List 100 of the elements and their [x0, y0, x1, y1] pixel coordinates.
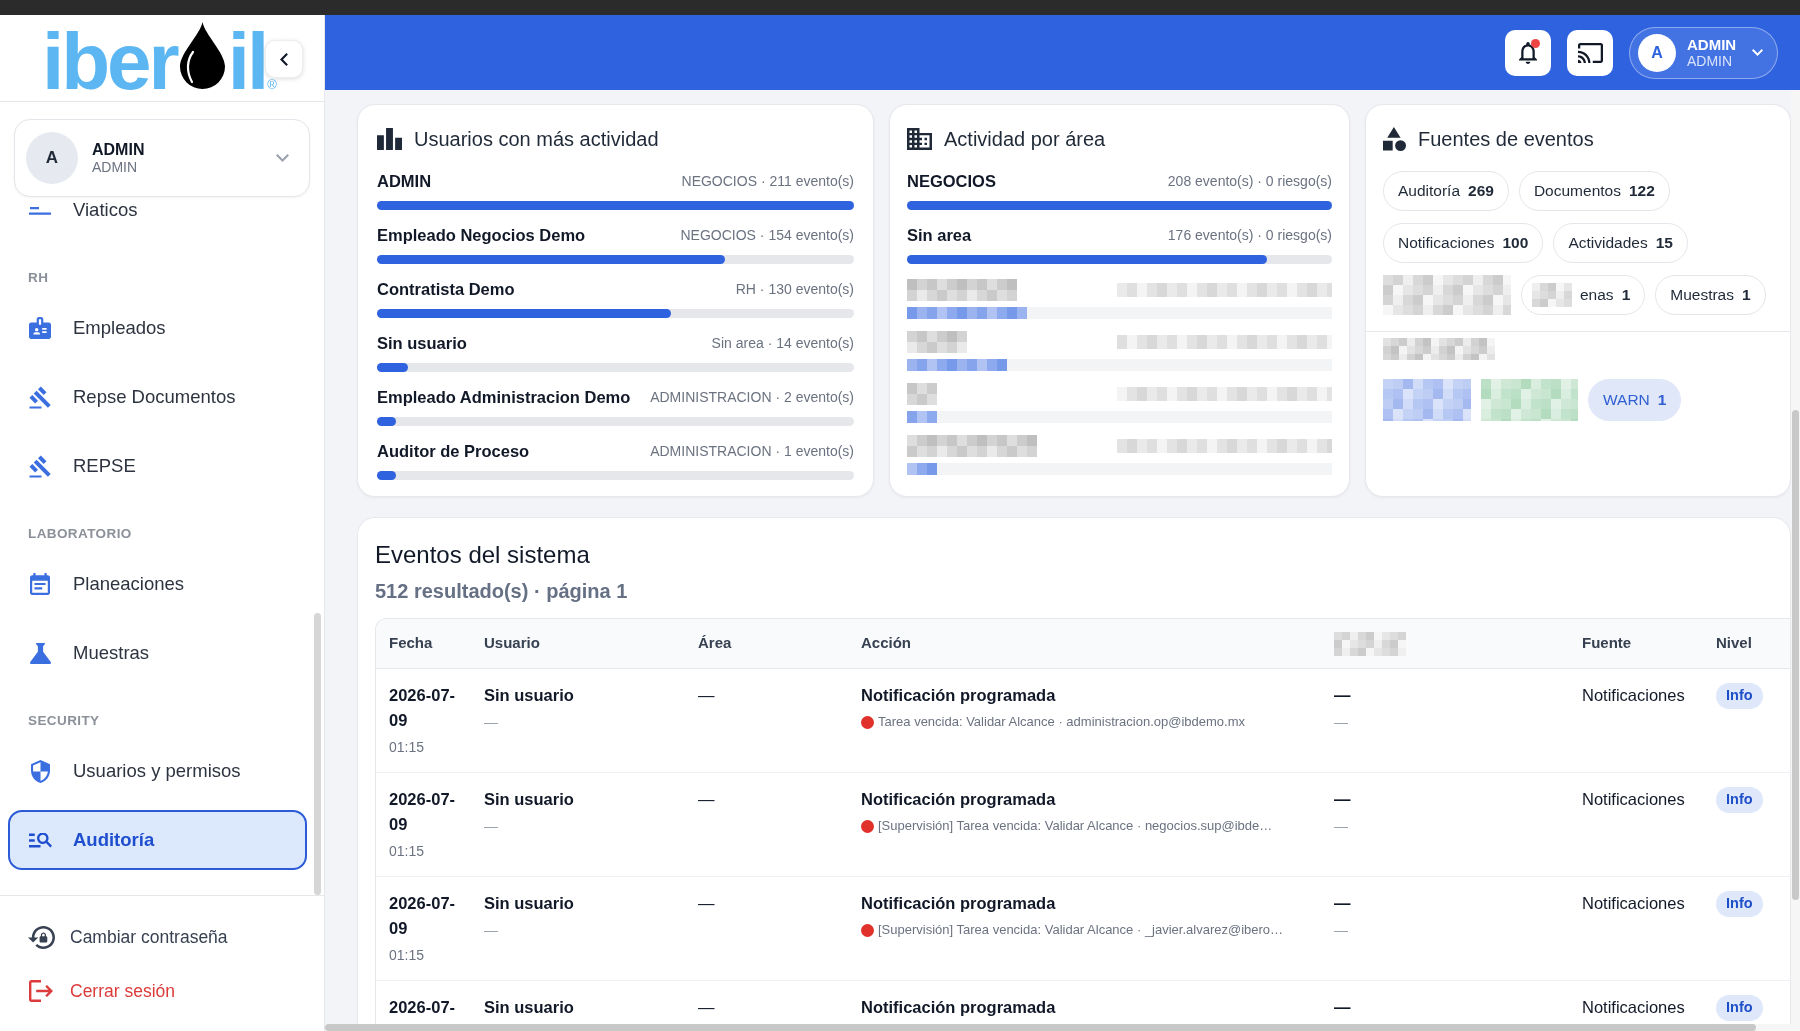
chevron-down-icon — [276, 154, 289, 162]
section-title: SECURITY — [27, 713, 101, 729]
avatar: A — [1638, 33, 1676, 72]
action-detail: [Supervisión] Tarea vencida: Validar Alcance · _javier.alvarez@ibero… — [878, 921, 1284, 939]
action-detail: Tarea vencida: Validar Alcance · administracion.op@ibdemo.mx — [878, 713, 1246, 731]
column-header: Fecha — [389, 633, 433, 654]
row-name: Empleado Administracion Demo — [377, 386, 631, 408]
nav-item[interactable]: Repse Documentos — [8, 367, 307, 427]
source-text: Notificaciones — [1582, 893, 1685, 914]
sidebar-link[interactable]: Cambiar contraseña — [27, 915, 324, 959]
registered-mark: ® — [267, 76, 277, 94]
chip-label: Auditoría — [1398, 181, 1461, 202]
nav-item[interactable]: Planeaciones — [8, 554, 307, 614]
shapes-icon — [1383, 127, 1406, 151]
row-name: Contratista Demo — [377, 278, 515, 300]
nav-item[interactable]: REPSE — [8, 436, 307, 496]
severity-badge: Info — [1716, 787, 1763, 813]
shield-icon — [30, 759, 50, 783]
section-title: LABORATORIO — [27, 526, 133, 542]
scrollbar-thumb[interactable] — [1792, 410, 1799, 900]
user-detail: — — [484, 817, 498, 836]
column-header: Área — [698, 633, 732, 654]
user-menu[interactable]: A ADMIN ADMIN — [14, 119, 310, 197]
pixelated-block — [1532, 283, 1572, 307]
row-name: ADMIN — [377, 170, 432, 192]
nav-item[interactable]: Empleados — [8, 298, 307, 358]
column-header: Fuente — [1582, 633, 1632, 654]
user-detail: — — [484, 921, 498, 940]
chip-count: 1 — [1657, 390, 1667, 411]
user-menu[interactable]: A ADMIN ADMIN — [1629, 26, 1778, 79]
user-name: Sin usuario — [484, 789, 574, 810]
building-icon — [907, 128, 932, 150]
notifications-button[interactable] — [1505, 29, 1551, 76]
calendar-icon — [30, 573, 50, 595]
bell-icon — [1519, 41, 1537, 64]
column-value: — — [1334, 685, 1351, 706]
column-detail: — — [1334, 921, 1348, 940]
chip-label: enas — [1580, 285, 1614, 306]
card-title: Usuarios con más actividad — [414, 127, 659, 152]
row-meta: 176 evento(s) · 0 riesgo(s) — [1167, 225, 1332, 245]
chip-count: 15 — [1655, 233, 1673, 254]
sidebar-link[interactable]: Cerrar sesión — [27, 969, 324, 1013]
row-name: Empleado Negocios Demo — [377, 224, 586, 246]
user-name: Sin usuario — [484, 997, 574, 1018]
action-title: Notificación programada — [861, 997, 1056, 1018]
card-title: Fuentes de eventos — [1418, 127, 1594, 152]
chip-count: 269 — [1468, 181, 1494, 202]
row-meta: ADMINISTRACION · 1 evento(s) — [650, 441, 854, 461]
avatar: A — [26, 132, 78, 184]
results-summary: 512 resultado(s) · página 1 — [375, 579, 629, 604]
search-list-icon — [28, 832, 52, 848]
severity-badge: Info — [1716, 891, 1763, 917]
section-heading: Eventos del sistema — [375, 540, 591, 570]
action-detail: [Supervisión] Tarea vencida: Validar Alcance · negocios.sup@ibde… — [878, 817, 1273, 835]
row-meta: Sin area · 14 evento(s) — [711, 333, 854, 353]
row-name: NEGOCIOS — [907, 170, 996, 192]
date-text: 2026-07-09 — [389, 893, 457, 939]
date-text: 2026-07- — [389, 997, 457, 1018]
scrollbar-thumb[interactable] — [325, 1024, 1756, 1031]
bar-chart-icon — [377, 128, 402, 150]
drop-icon — [179, 22, 225, 89]
chip-count: 1 — [1742, 285, 1751, 306]
row-name: Sin usuario — [377, 332, 467, 354]
user-name: Sin usuario — [484, 893, 574, 914]
chip-label: Muestras — [1670, 285, 1734, 306]
logo-text: iber — [42, 22, 177, 102]
row-name: Sin area — [907, 224, 972, 246]
cast-button[interactable] — [1567, 29, 1613, 76]
column-detail: — — [1334, 713, 1348, 732]
nav-item[interactable]: Muestras — [8, 623, 307, 683]
user-name: Sin usuario — [484, 685, 574, 706]
nav-item[interactable]: Auditoría — [8, 810, 307, 870]
gavel-icon — [29, 385, 51, 409]
column-value: — — [1334, 893, 1351, 914]
row-meta: NEGOCIOS · 211 evento(s) — [681, 171, 854, 191]
id-badge-icon — [29, 317, 51, 339]
nav-item[interactable]: Usuarios y permisos — [8, 741, 307, 801]
nav-item[interactable]: Viaticos — [8, 197, 307, 240]
action-title: Notificación programada — [861, 789, 1056, 810]
chip-count: 100 — [1502, 233, 1529, 254]
pixelated-block — [1334, 631, 1406, 656]
column-header: Nivel — [1716, 633, 1752, 654]
source-text: Notificaciones — [1582, 789, 1685, 810]
date-text: 2026-07-09 — [389, 789, 457, 835]
gavel-icon — [29, 454, 51, 478]
card-title: Actividad por área — [944, 127, 1106, 152]
severity-badge: Info — [1716, 995, 1763, 1021]
action-title: Notificación programada — [861, 893, 1056, 914]
logo-text: il — [227, 22, 267, 102]
logout-icon — [29, 980, 53, 1002]
severity-badge: Info — [1716, 683, 1763, 709]
column-header: Acción — [861, 633, 911, 654]
lines-icon — [29, 205, 51, 215]
collapse-button[interactable] — [265, 40, 303, 78]
time-text: 01:15 — [389, 946, 425, 965]
lock-reset-icon — [27, 925, 55, 949]
scrollbar-thumb[interactable] — [314, 613, 321, 895]
chevron-down-icon — [1752, 49, 1763, 56]
column-header: Usuario — [484, 633, 540, 654]
column-detail: — — [1334, 817, 1348, 836]
